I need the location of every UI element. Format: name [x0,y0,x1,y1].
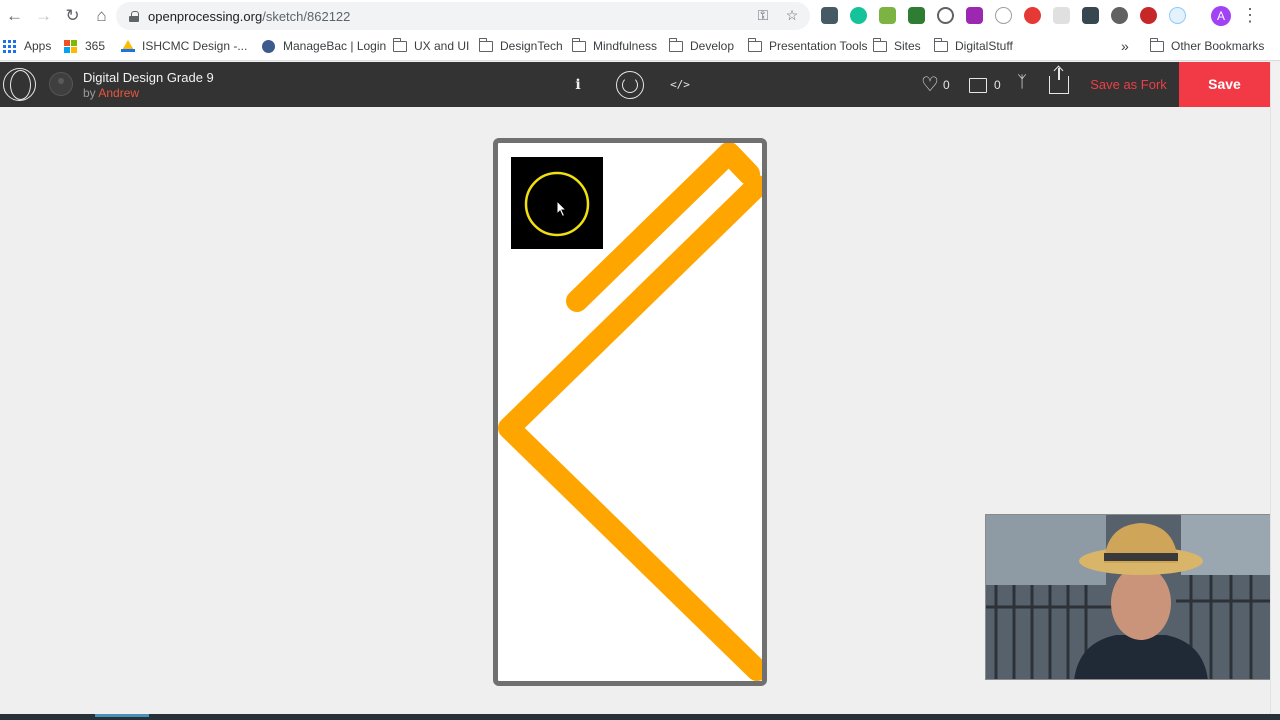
like-button[interactable]: ♡ 0 [921,74,950,96]
microsoft-365-icon [64,39,77,53]
address-bar[interactable]: openprocessing.org/sketch/862122 ⚿ ☆ [116,2,810,30]
folder-icon [478,38,493,52]
fork-icon[interactable]: ᛉ [1013,74,1031,96]
folder-icon [933,38,948,52]
bookmark-folder-other[interactable]: Other Bookmarks [1149,32,1265,60]
bookmark-folder-digitalstuff[interactable]: DigitalStuff [933,32,1013,60]
star-icon[interactable]: ☆ [783,7,801,24]
profile-avatar[interactable]: A [1211,6,1231,26]
bookmark-sites-label: Sites [894,39,921,53]
comments-button[interactable]: 0 [969,74,1001,96]
extension-layers-icon[interactable] [879,7,896,24]
bookmark-365-label: 365 [85,39,106,53]
byline-prefix: by [83,86,96,100]
bookmark-folder-develop[interactable]: Develop [668,32,735,60]
managebac-icon [262,39,275,53]
extension-record-icon[interactable] [1140,7,1157,24]
reload-icon[interactable]: ↻ [58,0,87,32]
save-button[interactable]: Save [1179,62,1270,107]
bookmark-ishcmc[interactable]: ISHCMC Design -... [121,32,247,60]
google-drive-icon [121,40,135,52]
save-as-fork-button[interactable]: Save as Fork [1080,75,1177,95]
extension-timer-icon[interactable] [995,7,1012,24]
folder-icon [392,38,407,52]
bookmark-other-label: Other Bookmarks [1171,39,1265,53]
folder-icon [872,38,887,52]
extension-rss-icon[interactable] [908,7,925,24]
share-icon[interactable] [1049,68,1069,94]
bookmark-folder-sites[interactable]: Sites [872,32,921,60]
webcam-overlay [985,514,1275,680]
extension-sync-icon[interactable] [937,7,954,24]
key-icon[interactable]: ⚿ [754,7,772,24]
info-button[interactable]: i [568,75,588,95]
forward-icon[interactable]: → [29,0,58,32]
bookmark-folder-designtech[interactable]: DesignTech [478,32,563,60]
home-icon[interactable]: ⌂ [87,0,116,32]
bookmark-designtech-label: DesignTech [500,39,563,53]
extension-pen-icon[interactable] [821,7,838,24]
extension-screen-icon[interactable] [1082,7,1099,24]
code-view-button[interactable]: </> [667,76,693,94]
extension-doc-icon[interactable] [1053,7,1070,24]
comment-icon [969,77,987,93]
back-icon[interactable]: ← [0,0,29,32]
presenter-video [986,515,1274,679]
folder-icon [668,38,683,52]
bookmark-ishcmc-label: ISHCMC Design -... [142,39,248,53]
sketch-canvas[interactable] [493,138,767,686]
bookmark-apps-label: Apps [24,39,52,53]
grammarly-icon[interactable] [850,7,867,24]
extension-play-icon[interactable] [1111,7,1128,24]
openprocessing-logo-icon[interactable] [3,68,36,101]
restart-sketch-button[interactable] [616,71,644,99]
page-scrollbar[interactable] [1270,62,1280,720]
comment-count: 0 [994,78,1001,92]
bookmark-digitalstuff-label: DigitalStuff [955,39,1013,53]
bookmark-folder-uxui[interactable]: UX and UI [392,32,470,60]
bookmark-develop-label: Develop [690,39,735,53]
url-host: openprocessing.org [148,8,263,24]
url-text[interactable]: openprocessing.org/sketch/862122 [148,9,350,24]
heart-icon: ♡ [921,74,939,96]
extension-target-icon[interactable] [1169,7,1186,24]
bookmark-365[interactable]: 365 [64,32,105,60]
bookmark-presentation-label: Presentation Tools [769,39,868,53]
bookmark-managebac-label: ManageBac | Login [283,39,387,53]
like-count: 0 [942,78,950,92]
folder-icon [747,38,762,52]
lock-icon [129,10,139,22]
bookmark-uxui-label: UX and UI [414,39,470,53]
sketch-drawing [498,143,762,681]
bookmarks-overflow-button[interactable]: » [1121,32,1129,60]
menu-kebab-icon[interactable]: ⋮ [1241,5,1259,27]
sketch-title: Digital Design Grade 9 [83,70,214,85]
taskbar-strip [0,714,1280,720]
extension-puzzle-icon[interactable] [966,7,983,24]
apps-grid-icon [3,39,16,53]
bookmark-apps[interactable]: Apps [3,32,51,60]
opera-icon[interactable] [1024,7,1041,24]
user-avatar[interactable] [49,72,73,96]
folder-icon [1149,38,1164,52]
bookmark-mindfulness-label: Mindfulness [593,39,658,53]
mouse-cursor-icon [556,200,568,218]
bookmark-managebac[interactable]: ManageBac | Login [262,32,386,60]
sketch-byline: by Andrew [83,86,139,100]
bookmark-folder-mindfulness[interactable]: Mindfulness [571,32,658,60]
url-path: /sketch/862122 [262,8,351,24]
bookmarks-bar: Apps 365 ISHCMC Design -... ManageBac | … [0,32,1280,61]
taskbar-indicator [95,714,149,717]
folder-icon [571,38,586,52]
author-link[interactable]: Andrew [98,86,139,100]
bookmark-folder-presentation[interactable]: Presentation Tools [747,32,868,60]
